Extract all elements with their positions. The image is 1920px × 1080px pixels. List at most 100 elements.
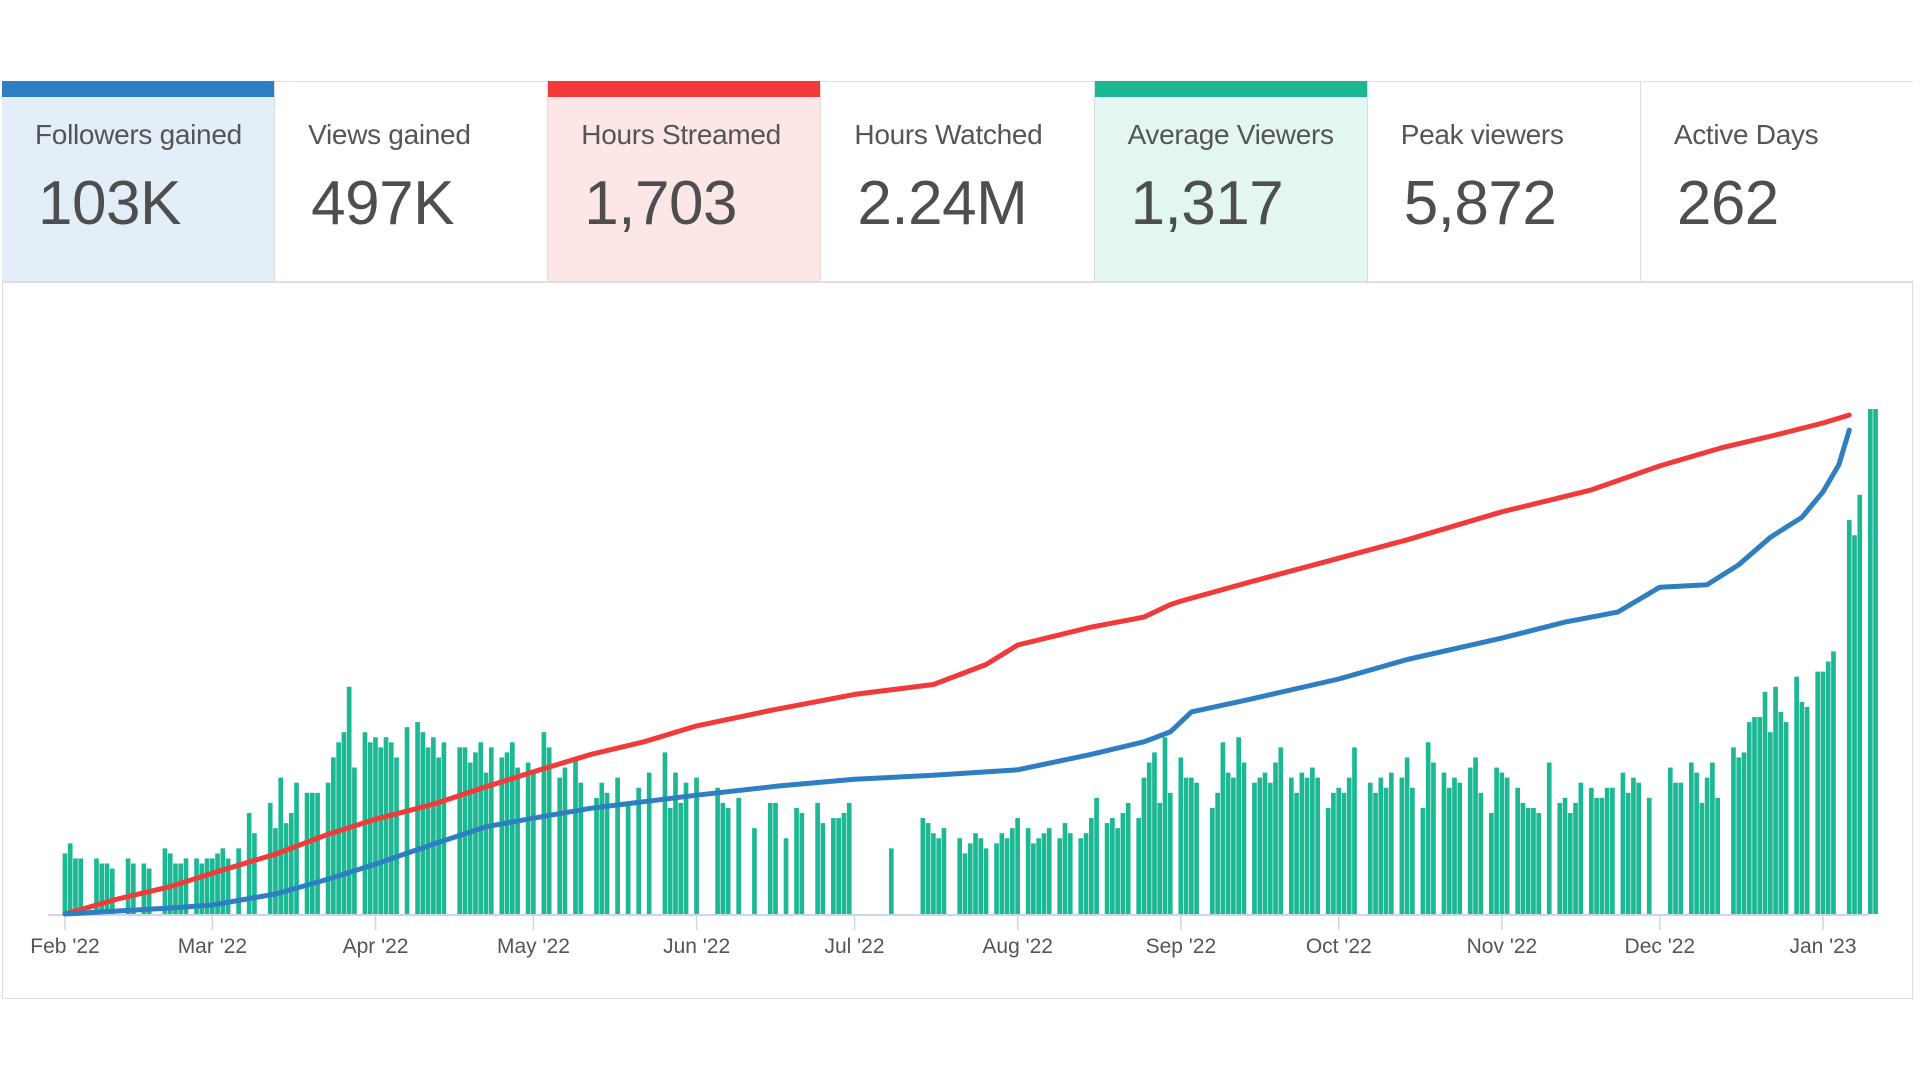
bar-day-263 [1446, 787, 1452, 914]
bar-day-2 [73, 858, 78, 914]
bar-day-135 [773, 802, 778, 914]
bar-day-15 [141, 863, 147, 914]
bar-day-186 [1041, 833, 1047, 914]
bar-day-322 [1757, 717, 1763, 914]
bar-day-60 [378, 747, 384, 914]
bar-day-267 [1467, 767, 1473, 914]
bar-day-221 [1225, 772, 1231, 914]
bar-day-230 [1273, 762, 1278, 914]
bar-day-111 [646, 772, 652, 914]
stat-card-views-gained[interactable]: Views gained 497K [275, 82, 549, 281]
bar-day-53 [341, 732, 347, 914]
bar-day-293 [1604, 787, 1610, 914]
bar-day-19 [162, 848, 168, 914]
bar-day-343 [1867, 409, 1873, 914]
stat-card-active-days[interactable]: Active Days 262 [1640, 82, 1913, 281]
bar-day-282 [1546, 762, 1552, 914]
bar-day-339 [1846, 520, 1852, 914]
bar-day-9 [109, 868, 115, 914]
stat-card-hours-watched[interactable]: Hours Watched 2.24M [821, 82, 1095, 281]
bar-day-89 [531, 772, 536, 914]
bar-day-318 [1736, 757, 1742, 914]
bar-day-204 [1136, 818, 1142, 914]
bar-day-134 [767, 802, 773, 914]
bar-day-215 [1194, 782, 1199, 914]
bar-day-200 [1115, 828, 1120, 914]
stat-value: 262 [1676, 169, 1779, 238]
bar-day-292 [1599, 797, 1605, 914]
bar-day-115 [667, 807, 673, 914]
bar-day-210 [1167, 792, 1173, 914]
stat-card-hours-streamed[interactable]: Hours Streamed 1,703 [548, 81, 822, 281]
bar-day-47 [309, 792, 315, 914]
bar-day-319 [1741, 752, 1747, 914]
bar-day-206 [1146, 762, 1152, 914]
bar-day-255 [1404, 757, 1410, 914]
bar-day-269 [1478, 792, 1484, 914]
bar-day-344 [1873, 409, 1878, 914]
bar-day-42 [283, 823, 289, 914]
bar-day-235 [1299, 772, 1305, 914]
bar-day-219 [1215, 792, 1220, 914]
bar-day-305 [1667, 767, 1673, 914]
bar-day-103 [604, 792, 610, 914]
bar-day-68 [420, 732, 426, 914]
bar-day-157 [888, 848, 894, 914]
bar-day-116 [673, 772, 678, 914]
bar-day-144 [820, 823, 826, 914]
bar-day-196 [1094, 797, 1099, 914]
card-accent-bar [2, 81, 275, 97]
x-tick-label: Jan '23 [1789, 935, 1856, 958]
bar-day-54 [346, 686, 352, 914]
card-accent-bar [548, 81, 821, 97]
x-tick-label: Feb '22 [30, 935, 99, 958]
bar-day-249 [1373, 792, 1378, 914]
bar-day-327 [1783, 722, 1789, 914]
bar-day-51 [331, 757, 336, 914]
bar-day-236 [1304, 777, 1310, 914]
bar-day-184 [1031, 843, 1036, 914]
bar-day-191 [1067, 833, 1073, 914]
stat-card-peak-viewers[interactable]: Peak viewers 5,872 [1367, 82, 1641, 281]
stats-cards: Followers gained 103K Views gained 497K … [2, 81, 1913, 283]
chart-svg: Feb '22 Mar '22 Apr '22 May '22 Jun '22 Jul '… [30, 409, 1878, 958]
bar-day-13 [131, 863, 136, 914]
bar-day-109 [636, 787, 641, 914]
stat-label: Average Viewers [1127, 119, 1334, 150]
bar-day-94 [557, 777, 563, 914]
bar-day-1 [67, 843, 73, 914]
bar-day-272 [1494, 767, 1499, 914]
bar-day-243 [1341, 792, 1347, 914]
bar-day-321 [1752, 717, 1757, 914]
bar-day-140 [799, 813, 805, 914]
bar-day-58 [367, 742, 373, 914]
x-tick-label: Jun '22 [663, 935, 730, 958]
bar-day-146 [831, 818, 836, 914]
stat-card-followers-gained[interactable]: Followers gained 103K [2, 81, 276, 281]
bar-day-228 [1262, 772, 1268, 914]
x-tick-label: Nov '22 [1467, 935, 1538, 958]
bar-day-125 [720, 802, 726, 914]
bar-day-55 [352, 767, 357, 914]
bar-day-167 [941, 828, 947, 914]
bar-day-165 [931, 833, 936, 914]
bar-day-208 [1157, 802, 1163, 914]
bar-day-334 [1820, 671, 1826, 914]
bar-day-324 [1767, 732, 1773, 914]
bar-day-248 [1367, 782, 1373, 914]
bar-day-274 [1504, 777, 1510, 914]
bar-day-120 [694, 777, 699, 914]
bar-day-195 [1088, 818, 1094, 914]
stat-card-average-viewers[interactable]: Average Viewers 1,317 [1094, 81, 1368, 281]
bar-day-317 [1731, 747, 1736, 914]
bar-day-180 [1010, 828, 1015, 914]
bar-day-36 [252, 833, 257, 914]
bar-day-245 [1352, 747, 1357, 914]
bar-day-62 [388, 742, 394, 914]
bar-day-46 [304, 792, 310, 914]
bar-day-59 [373, 737, 378, 914]
bar-day-63 [394, 757, 399, 914]
bar-day-193 [1078, 838, 1084, 914]
stream-chart: Feb '22 Mar '22 Apr '22 May '22 Jun '22 Jul '… [0, 283, 1920, 1003]
card-accent-bar [1094, 81, 1367, 97]
